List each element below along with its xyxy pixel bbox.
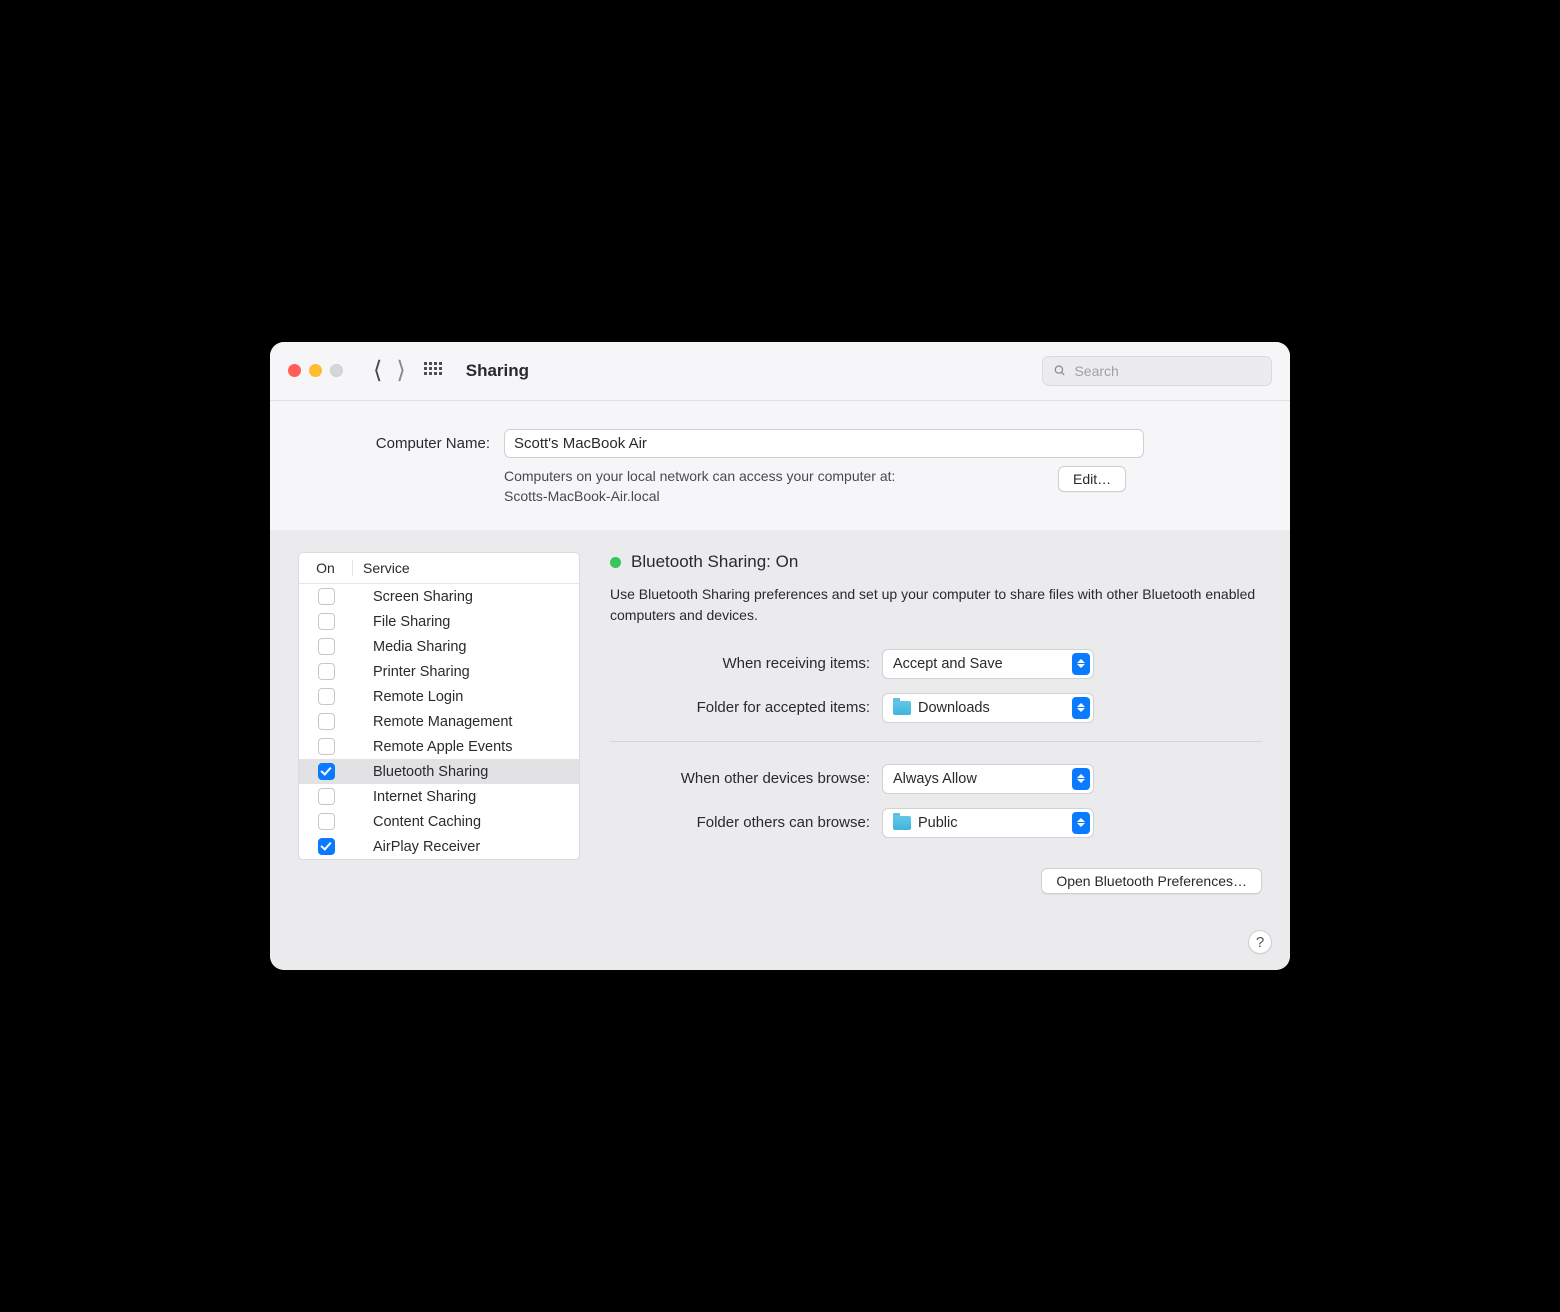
back-button[interactable]: ⟨: [373, 359, 382, 383]
search-icon: [1053, 363, 1066, 378]
status-row: Bluetooth Sharing: On: [610, 552, 1262, 572]
search-field-container[interactable]: [1042, 356, 1272, 386]
service-label: File Sharing: [353, 614, 450, 630]
browse-value: Always Allow: [893, 771, 977, 787]
status-dot-icon: [610, 557, 621, 568]
service-row-printer-sharing[interactable]: Printer Sharing: [299, 659, 579, 684]
service-row-remote-apple-events[interactable]: Remote Apple Events: [299, 734, 579, 759]
popup-stepper-icon: [1072, 768, 1090, 790]
status-description: Use Bluetooth Sharing preferences and se…: [610, 584, 1262, 625]
receiving-value: Accept and Save: [893, 656, 1003, 672]
edit-hostname-button[interactable]: Edit…: [1058, 466, 1126, 492]
receiving-popup[interactable]: Accept and Save: [882, 649, 1094, 679]
services-header-on: On: [299, 560, 353, 576]
open-bluetooth-prefs-button[interactable]: Open Bluetooth Preferences…: [1041, 868, 1262, 894]
service-checkbox-remote-apple-events[interactable]: [318, 738, 335, 755]
receiving-label: When receiving items:: [610, 655, 870, 672]
service-checkbox-bluetooth-sharing[interactable]: [318, 763, 335, 780]
service-checkbox-remote-management[interactable]: [318, 713, 335, 730]
services-header-service: Service: [353, 560, 410, 576]
service-checkbox-content-caching[interactable]: [318, 813, 335, 830]
minimize-window-button[interactable]: [309, 364, 322, 377]
service-checkbox-airplay-receiver[interactable]: [318, 838, 335, 855]
divider: [610, 741, 1262, 742]
service-row-airplay-receiver[interactable]: AirPlay Receiver: [299, 834, 579, 859]
services-list: On Service Screen Sharing File Sharing Med…: [298, 552, 580, 860]
folder-accepted-popup[interactable]: Downloads: [882, 693, 1094, 723]
service-checkbox-printer-sharing[interactable]: [318, 663, 335, 680]
service-label: Remote Management: [353, 714, 512, 730]
computer-name-input[interactable]: [504, 429, 1144, 458]
service-row-remote-management[interactable]: Remote Management: [299, 709, 579, 734]
service-label: Internet Sharing: [353, 789, 476, 805]
popup-stepper-icon: [1072, 653, 1090, 675]
folder-browse-value: Public: [918, 815, 958, 831]
folder-browse-popup[interactable]: Public: [882, 808, 1094, 838]
forward-button: ⟩: [396, 359, 405, 383]
show-all-prefs-icon[interactable]: [424, 362, 442, 380]
service-row-screen-sharing[interactable]: Screen Sharing: [299, 584, 579, 609]
service-checkbox-screen-sharing[interactable]: [318, 588, 335, 605]
service-row-remote-login[interactable]: Remote Login: [299, 684, 579, 709]
service-detail: Bluetooth Sharing: On Use Bluetooth Shar…: [610, 552, 1262, 894]
service-row-internet-sharing[interactable]: Internet Sharing: [299, 784, 579, 809]
folder-accepted-label: Folder for accepted items:: [610, 699, 870, 716]
service-row-file-sharing[interactable]: File Sharing: [299, 609, 579, 634]
service-label: Content Caching: [353, 814, 481, 830]
service-label: AirPlay Receiver: [353, 839, 480, 855]
status-title: Bluetooth Sharing: On: [631, 552, 798, 572]
folder-browse-label: Folder others can browse:: [610, 814, 870, 831]
service-label: Media Sharing: [353, 639, 467, 655]
titlebar: ⟨ ⟩ Sharing: [270, 342, 1290, 401]
services-header: On Service: [299, 553, 579, 584]
close-window-button[interactable]: [288, 364, 301, 377]
service-label: Remote Apple Events: [353, 739, 512, 755]
service-checkbox-file-sharing[interactable]: [318, 613, 335, 630]
main-area: On Service Screen Sharing File Sharing Med…: [270, 530, 1290, 970]
service-row-media-sharing[interactable]: Media Sharing: [299, 634, 579, 659]
service-checkbox-internet-sharing[interactable]: [318, 788, 335, 805]
folder-icon: [893, 816, 911, 830]
sharing-prefpane-window: ⟨ ⟩ Sharing Computer Name: Computers on …: [270, 342, 1290, 971]
search-input[interactable]: [1074, 363, 1261, 379]
service-label: Printer Sharing: [353, 664, 470, 680]
pane-title: Sharing: [466, 361, 529, 381]
folder-accepted-value: Downloads: [918, 700, 990, 716]
browse-popup[interactable]: Always Allow: [882, 764, 1094, 794]
service-row-bluetooth-sharing[interactable]: Bluetooth Sharing: [299, 759, 579, 784]
popup-stepper-icon: [1072, 697, 1090, 719]
zoom-window-button: [330, 364, 343, 377]
nav-arrows: ⟨ ⟩: [373, 359, 406, 383]
service-checkbox-remote-login[interactable]: [318, 688, 335, 705]
service-label: Bluetooth Sharing: [353, 764, 488, 780]
service-label: Remote Login: [353, 689, 463, 705]
service-row-content-caching[interactable]: Content Caching: [299, 809, 579, 834]
computer-name-label: Computer Name:: [310, 435, 490, 452]
computer-name-section: Computer Name: Computers on your local n…: [270, 401, 1290, 531]
service-checkbox-media-sharing[interactable]: [318, 638, 335, 655]
computer-name-description: Computers on your local network can acce…: [504, 466, 1044, 507]
browse-label: When other devices browse:: [610, 770, 870, 787]
window-controls: [288, 364, 343, 377]
folder-icon: [893, 701, 911, 715]
service-label: Screen Sharing: [353, 589, 473, 605]
popup-stepper-icon: [1072, 812, 1090, 834]
